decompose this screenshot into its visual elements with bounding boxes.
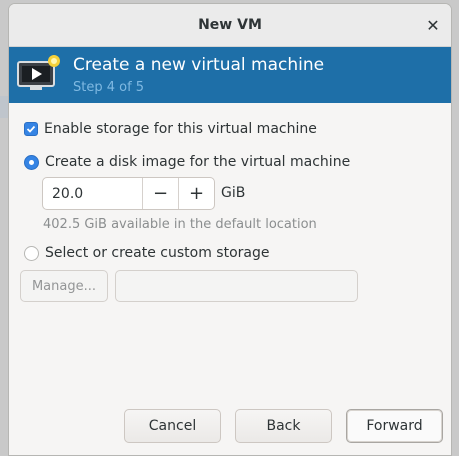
wizard-header: Create a new virtual machine Step 4 of 5 (9, 47, 451, 103)
custom-storage-path-input[interactable] (115, 270, 358, 302)
checkmark-icon (26, 125, 36, 133)
disk-image-row[interactable]: Create a disk image for the virtual mach… (24, 154, 350, 170)
disk-size-input[interactable]: 20.0 (43, 178, 142, 209)
available-space-text: 402.5 GiB available in the default locat… (43, 217, 317, 232)
background-window-strip (0, 96, 8, 118)
disk-image-radio[interactable] (24, 154, 39, 170)
disk-image-label: Create a disk image for the virtual mach… (45, 154, 351, 170)
disk-size-unit: GiB (221, 185, 246, 201)
custom-storage-label: Select or create custom storage (45, 245, 270, 261)
manage-button[interactable]: Manage... (20, 270, 108, 302)
disk-size-spinbutton[interactable]: 20.0 − + (42, 177, 215, 210)
vm-monitor-icon (17, 55, 60, 90)
back-button[interactable]: Back (235, 409, 332, 443)
close-icon[interactable]: ✕ (424, 16, 442, 35)
enable-storage-checkbox[interactable] (24, 122, 38, 136)
cancel-button[interactable]: Cancel (124, 409, 221, 443)
custom-storage-row[interactable]: Select or create custom storage (24, 245, 270, 261)
header-step: Step 4 of 5 (73, 80, 145, 95)
forward-button[interactable]: Forward (346, 409, 443, 443)
titlebar: New VM ✕ (9, 4, 451, 47)
window-title: New VM (198, 17, 262, 33)
minus-icon[interactable]: − (142, 178, 178, 209)
plus-icon[interactable]: + (178, 178, 214, 209)
new-vm-dialog: New VM ✕ Create a new virtual machine St… (8, 3, 452, 456)
header-title: Create a new virtual machine (73, 55, 325, 75)
enable-storage-row[interactable]: Enable storage for this virtual machine (24, 121, 317, 137)
enable-storage-label: Enable storage for this virtual machine (44, 121, 317, 137)
custom-storage-radio[interactable] (24, 245, 39, 261)
